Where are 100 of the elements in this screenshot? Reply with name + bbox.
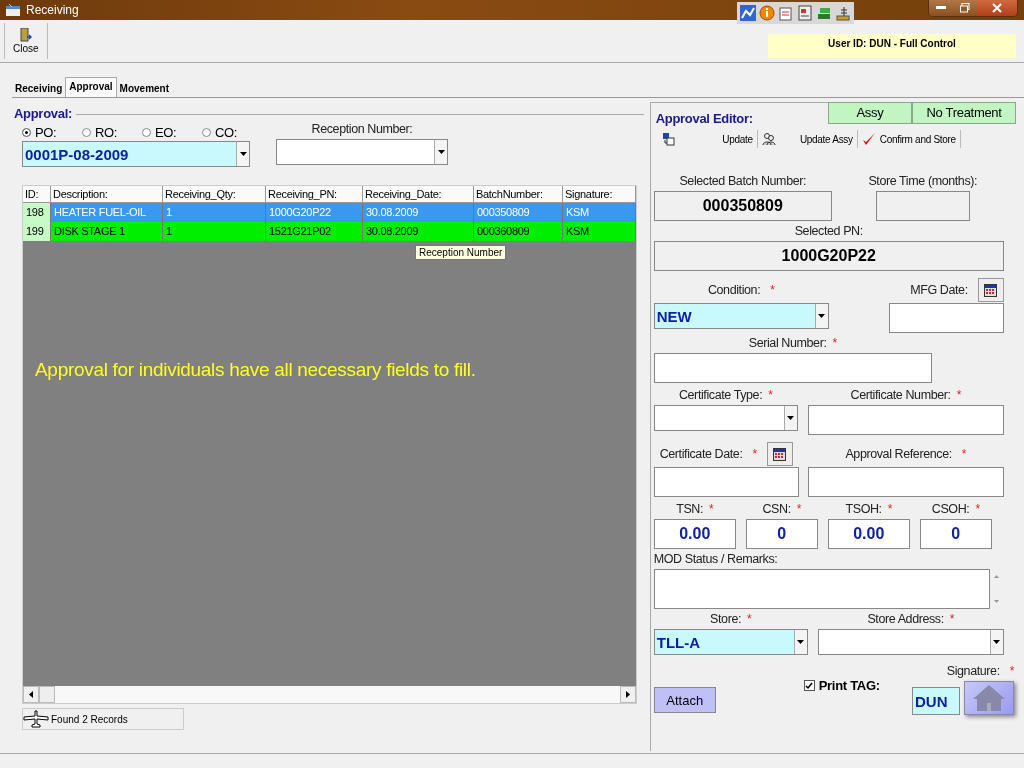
field-label: Store Time (months): (867, 173, 979, 190)
dropdown-button[interactable] (434, 140, 447, 164)
close-button[interactable]: Close (4, 23, 48, 59)
required-mark: * (796, 502, 801, 516)
remarks-field[interactable] (653, 569, 990, 609)
required-mark: * (975, 502, 980, 516)
stack-icon[interactable] (816, 5, 832, 21)
counter-field[interactable]: 0.00 (827, 519, 910, 549)
field-label: Approval Reference: (845, 446, 952, 463)
tray-icon[interactable] (835, 5, 851, 21)
radio-label[interactable]: CO: (215, 124, 237, 140)
counter-field[interactable]: 0.00 (653, 519, 736, 549)
calendar-button[interactable] (977, 278, 1004, 302)
toolbar-button[interactable]: Update Assy (757, 130, 858, 148)
attach-button[interactable]: Attach (653, 687, 716, 713)
dropdown-button[interactable] (814, 304, 828, 328)
window-icon (6, 4, 20, 16)
mfg-date-field[interactable] (888, 303, 1004, 333)
approval-reference-field[interactable] (807, 467, 1004, 497)
tab[interactable]: Receiving (12, 80, 66, 97)
toolbar-button[interactable]: Confirm and Store (857, 130, 961, 148)
group-title: Approval: (12, 106, 76, 121)
tab[interactable]: Approval (65, 77, 117, 97)
radio-label[interactable]: RO: (95, 124, 117, 140)
dropdown-button[interactable] (793, 630, 807, 654)
required-mark: * (770, 282, 775, 299)
radio-button[interactable] (22, 127, 31, 137)
table-cell: 199 (23, 222, 51, 241)
required-mark: * (768, 388, 773, 402)
field-label: CSOH: (931, 502, 970, 516)
calendar-button[interactable] (766, 442, 793, 466)
info-icon[interactable] (759, 5, 775, 21)
counter-field[interactable]: 0 (745, 519, 818, 549)
certificate-date-field[interactable] (653, 467, 799, 497)
field-label: Certificate Type: (678, 388, 763, 402)
caret-icon (787, 416, 795, 420)
condition-dropdown[interactable]: NEW (653, 303, 829, 329)
form-icon[interactable] (797, 5, 813, 21)
restore-icon (960, 3, 970, 13)
scroll-thumb[interactable] (39, 686, 55, 703)
info-message: Approval for individuals have all necessary fields to fill. (35, 359, 477, 381)
certificate-number-field[interactable] (807, 405, 1004, 435)
field-label: TSN: (676, 502, 704, 516)
people-icon (761, 132, 776, 146)
table-cell: 198 (23, 203, 51, 222)
field-label: MFG Date: (910, 282, 968, 299)
radio-button[interactable] (82, 127, 91, 137)
field-label: Signature: (946, 663, 1000, 680)
table-row[interactable]: 198 HEATER FUEL-OIL 1 1000G20P22 30.08.2009 000350809 KSM (23, 203, 636, 222)
required-mark: * (961, 446, 967, 463)
dropdown-button[interactable] (236, 142, 249, 166)
radio-button[interactable] (202, 127, 211, 137)
window-title: Receiving (26, 3, 79, 17)
tab[interactable]: Movement (116, 80, 173, 97)
table-row[interactable]: 199 DISK STAGE 1 1 1521G21P02 30.08.2009 000360809 KSM (23, 222, 636, 241)
scroll-left-button[interactable] (23, 686, 39, 703)
required-mark: * (949, 612, 955, 626)
required-mark: * (832, 336, 837, 350)
caret-icon (993, 640, 1001, 644)
chart-icon[interactable] (740, 5, 756, 21)
field-label: TSOH: (845, 502, 882, 516)
required-mark: * (747, 612, 752, 626)
caret-icon (818, 314, 826, 318)
user-info: User ID: DUN - Full Control (768, 34, 1016, 58)
caret-icon (797, 640, 805, 644)
scroll-right-button[interactable] (620, 686, 636, 703)
close-button[interactable] (977, 0, 1017, 16)
radio-label[interactable]: EO: (155, 124, 177, 140)
radio-button[interactable] (142, 127, 151, 137)
dropdown-button[interactable] (989, 630, 1003, 654)
calendar-icon (984, 283, 998, 297)
signature-field[interactable]: DUN (912, 687, 960, 715)
status-text: Found 2 Records (51, 713, 128, 725)
field-label: Reception Number: (310, 121, 414, 138)
restore-button[interactable] (953, 0, 977, 16)
table-cell: 1 (163, 222, 266, 241)
horizontal-scrollbar[interactable] (23, 686, 636, 703)
print-tag-checkbox[interactable]: Print TAG: (803, 678, 880, 693)
counter-field[interactable]: 0 (919, 519, 992, 549)
table-cell: KSM (563, 222, 636, 241)
minimize-button[interactable] (929, 0, 953, 16)
order-number-dropdown[interactable]: 0001P-08-2009 (22, 141, 250, 167)
store-dropdown[interactable]: TLL-A (653, 629, 808, 655)
status-tag: Assy (828, 102, 912, 124)
copy-icon (661, 132, 676, 146)
required-mark: * (709, 502, 714, 516)
field-label: CSN: (762, 502, 791, 516)
door-icon (19, 28, 32, 42)
document-icon[interactable] (778, 5, 794, 21)
required-mark: * (887, 502, 892, 516)
radio-label[interactable]: PO: (35, 124, 57, 140)
right-arrow-icon (626, 691, 630, 698)
serial-number-field[interactable] (653, 353, 932, 383)
airplane-icon (23, 710, 49, 728)
field-label: Store Address: (867, 612, 944, 626)
field-label: Certificate Number: (850, 388, 951, 402)
checkmark-icon (805, 681, 814, 690)
dropdown-button[interactable] (783, 406, 797, 430)
toolbar-button[interactable]: Update (657, 130, 758, 148)
field-label: Certificate Date: (659, 446, 743, 463)
